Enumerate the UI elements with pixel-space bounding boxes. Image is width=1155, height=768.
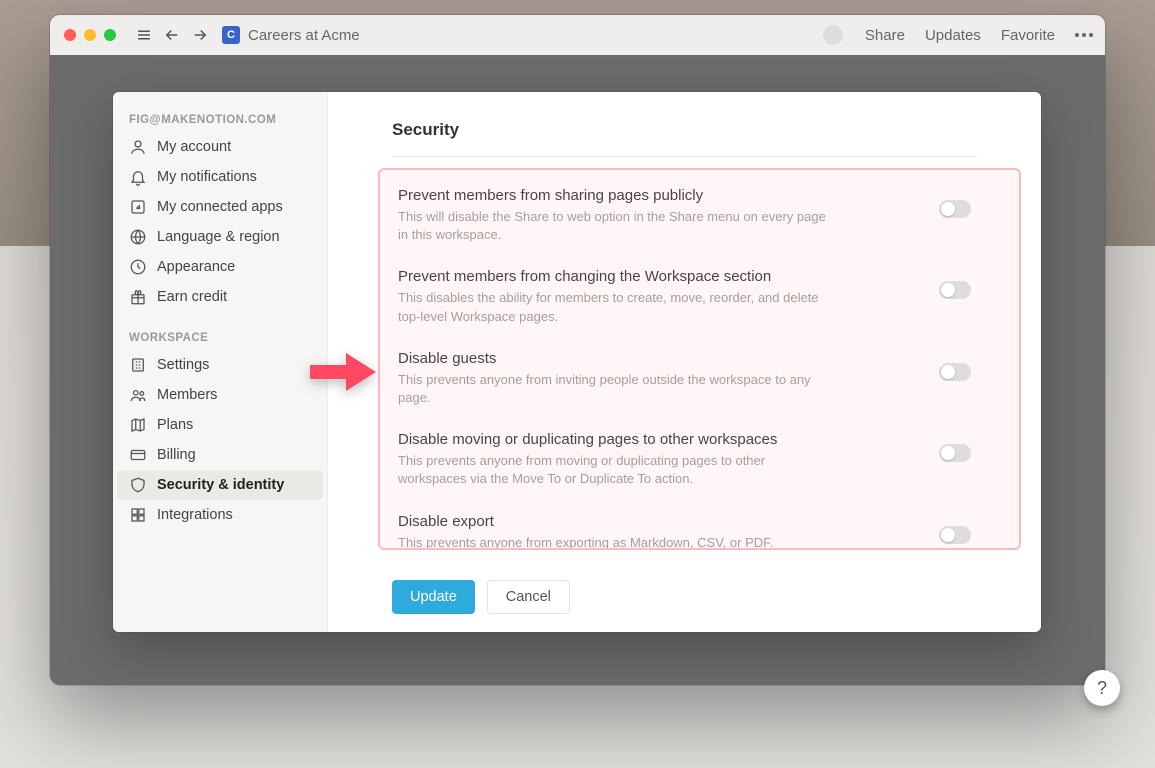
- setting-title: Disable guests: [398, 350, 915, 367]
- people-icon: [129, 386, 147, 404]
- sidebar-item-plans[interactable]: Plans: [117, 410, 323, 440]
- close-window-button[interactable]: [64, 29, 76, 41]
- more-menu-button[interactable]: [1075, 33, 1093, 37]
- avatar: [821, 23, 845, 47]
- setting-title: Disable export: [398, 513, 915, 530]
- sidebar-item-label: My account: [157, 139, 231, 155]
- annotation-arrow-icon: [310, 349, 380, 395]
- clock-icon: [129, 258, 147, 276]
- settings-content: Security Prevent members from sharing pa…: [328, 92, 1041, 632]
- page-icon: C: [222, 26, 240, 44]
- setting-row: Prevent members from changing the Worksp…: [392, 254, 977, 335]
- user-icon: [129, 138, 147, 156]
- setting-desc: This prevents anyone from exporting as M…: [398, 534, 828, 552]
- sidebar-item-my-notifications[interactable]: My notifications: [117, 162, 323, 192]
- toggle-prevent-public-sharing[interactable]: [939, 200, 971, 218]
- arrow-square-icon: [129, 198, 147, 216]
- sidebar-section-account: FIG@MAKENOTION.COM: [113, 108, 327, 132]
- sidebar-item-label: Language & region: [157, 229, 280, 245]
- sidebar-item-integrations[interactable]: Integrations: [117, 500, 323, 530]
- modal-footer: Update Cancel: [392, 580, 570, 614]
- nav-back-button[interactable]: [160, 23, 184, 47]
- sidebar-item-label: Appearance: [157, 259, 235, 275]
- help-label: ?: [1097, 678, 1107, 699]
- setting-row: Disable guests This prevents anyone from…: [392, 336, 977, 417]
- sidebar-item-connected-apps[interactable]: My connected apps: [117, 192, 323, 222]
- sidebar-item-label: Settings: [157, 357, 209, 373]
- setting-desc: This prevents anyone from inviting peopl…: [398, 371, 828, 407]
- gift-icon: [129, 288, 147, 306]
- cancel-button[interactable]: Cancel: [487, 580, 570, 614]
- breadcrumb[interactable]: C Careers at Acme: [222, 26, 360, 44]
- sidebar-item-security[interactable]: Security & identity: [117, 470, 323, 500]
- sidebar-item-label: Earn credit: [157, 289, 227, 305]
- hamburger-menu-button[interactable]: [132, 23, 156, 47]
- building-icon: [129, 356, 147, 374]
- setting-desc: This disables the ability for members to…: [398, 289, 828, 325]
- bell-icon: [129, 168, 147, 186]
- setting-title: Prevent members from changing the Worksp…: [398, 268, 915, 285]
- settings-modal: FIG@MAKENOTION.COM My account My notific…: [113, 92, 1041, 632]
- shield-icon: [129, 476, 147, 494]
- setting-row: Disable moving or duplicating pages to o…: [392, 417, 977, 498]
- sidebar-item-label: Billing: [157, 447, 196, 463]
- sidebar-item-language-region[interactable]: Language & region: [117, 222, 323, 252]
- setting-row: Prevent members from sharing pages publi…: [392, 173, 977, 254]
- credit-card-icon: [129, 446, 147, 464]
- sidebar-item-label: Plans: [157, 417, 193, 433]
- sidebar-item-label: My notifications: [157, 169, 257, 185]
- titlebar: C Careers at Acme Share Updates Favorite: [50, 15, 1105, 55]
- sidebar-item-my-account[interactable]: My account: [117, 132, 323, 162]
- setting-title: Disable moving or duplicating pages to o…: [398, 431, 915, 448]
- setting-desc: This prevents anyone from moving or dupl…: [398, 452, 828, 488]
- sidebar-item-settings[interactable]: Settings: [117, 350, 323, 380]
- sidebar-section-workspace: WORKSPACE: [113, 326, 327, 350]
- setting-desc: This will disable the Share to web optio…: [398, 208, 828, 244]
- settings-sidebar: FIG@MAKENOTION.COM My account My notific…: [113, 92, 328, 632]
- sidebar-item-label: My connected apps: [157, 199, 283, 215]
- content-heading: Security: [392, 120, 977, 140]
- globe-icon: [129, 228, 147, 246]
- toggle-disable-guests[interactable]: [939, 363, 971, 381]
- share-menu[interactable]: Share: [865, 27, 905, 44]
- app-window: C Careers at Acme Share Updates Favorite…: [50, 15, 1105, 685]
- grid-icon: [129, 506, 147, 524]
- toggle-disable-move-duplicate[interactable]: [939, 444, 971, 462]
- update-button[interactable]: Update: [392, 580, 475, 614]
- sidebar-item-label: Security & identity: [157, 477, 284, 493]
- setting-title: Prevent members from sharing pages publi…: [398, 187, 915, 204]
- toggle-disable-export[interactable]: [939, 526, 971, 544]
- page-title: Careers at Acme: [248, 27, 360, 44]
- window-controls: [64, 29, 116, 41]
- fullscreen-window-button[interactable]: [104, 29, 116, 41]
- setting-row: Disable export This prevents anyone from…: [392, 499, 977, 562]
- sidebar-item-billing[interactable]: Billing: [117, 440, 323, 470]
- nav-forward-button[interactable]: [188, 23, 212, 47]
- sidebar-item-label: Integrations: [157, 507, 233, 523]
- divider: [392, 156, 977, 157]
- sidebar-item-members[interactable]: Members: [117, 380, 323, 410]
- presence-avatars[interactable]: [805, 23, 845, 47]
- toggle-prevent-workspace-section-change[interactable]: [939, 281, 971, 299]
- sidebar-item-appearance[interactable]: Appearance: [117, 252, 323, 282]
- sidebar-item-earn-credit[interactable]: Earn credit: [117, 282, 323, 312]
- favorite-toggle[interactable]: Favorite: [1001, 27, 1055, 44]
- sidebar-item-label: Members: [157, 387, 217, 403]
- minimize-window-button[interactable]: [84, 29, 96, 41]
- map-icon: [129, 416, 147, 434]
- help-button[interactable]: ?: [1084, 670, 1120, 706]
- updates-menu[interactable]: Updates: [925, 27, 981, 44]
